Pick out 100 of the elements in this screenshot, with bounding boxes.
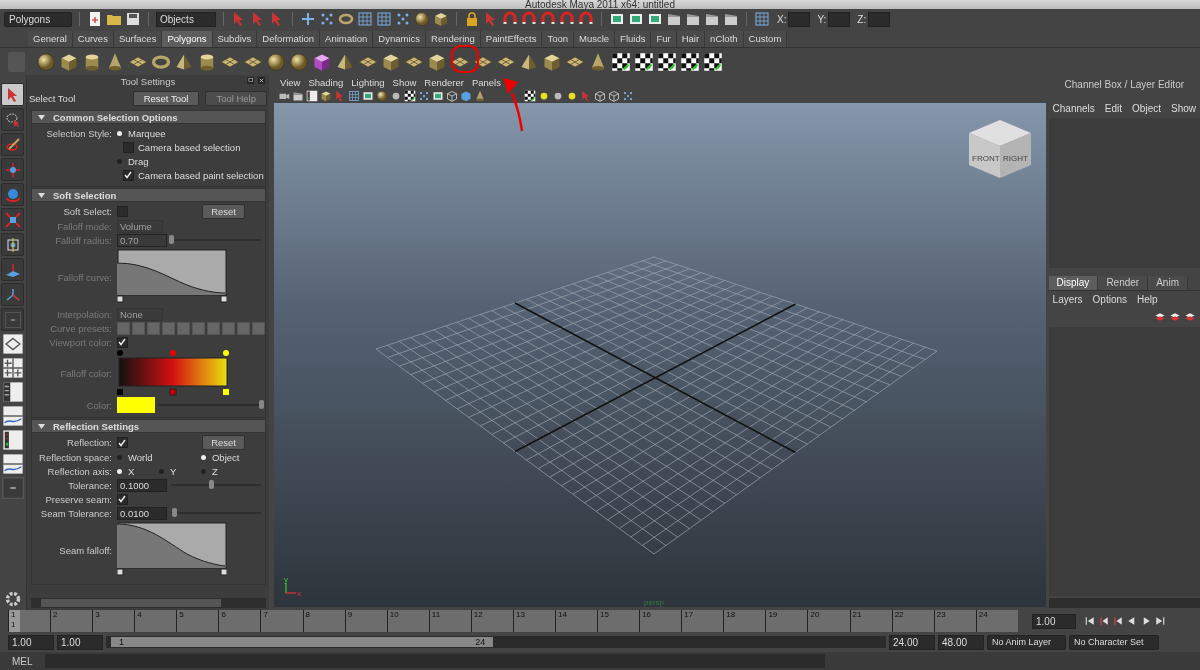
shelf-tab[interactable]: Fur <box>651 31 677 47</box>
sphere-icon[interactable] <box>36 51 56 72</box>
menu-item[interactable]: Layers <box>1052 294 1083 305</box>
slider-thumb[interactable] <box>209 480 215 489</box>
checker-icon[interactable] <box>611 51 631 72</box>
curve-pane-icon[interactable] <box>2 453 24 475</box>
coordinate-field[interactable] <box>828 11 851 27</box>
playback-end-field[interactable]: 24.00 <box>889 634 935 650</box>
menu-item[interactable]: Object <box>1132 103 1161 114</box>
sphere-icon[interactable] <box>376 90 388 102</box>
current-time-field[interactable]: 1.00 <box>1032 613 1076 629</box>
cube-icon[interactable] <box>320 90 332 102</box>
range-handle[interactable]: 1 24 <box>111 637 494 647</box>
magnet-icon[interactable] <box>559 11 575 27</box>
shelf-tab[interactable]: Curves <box>72 31 114 47</box>
layer-stack-icon[interactable] <box>1184 311 1196 323</box>
menu-item[interactable]: Channels <box>1052 103 1095 114</box>
panel-icon[interactable] <box>628 11 644 27</box>
dots-icon[interactable] <box>319 11 335 27</box>
radio-button[interactable] <box>201 454 206 460</box>
shelf-tab[interactable]: PaintEffects <box>480 31 543 47</box>
grid-icon[interactable] <box>357 11 373 27</box>
shelf-tab[interactable]: Dynamics <box>373 31 426 47</box>
close-icon[interactable] <box>257 76 266 85</box>
menu-item[interactable]: Options <box>1092 294 1128 305</box>
range-slider[interactable]: 1 24 <box>106 636 886 648</box>
checker-icon[interactable] <box>680 51 700 72</box>
falloff-curve-graph[interactable] <box>117 249 227 305</box>
slider-thumb[interactable] <box>171 508 177 517</box>
clapper-icon[interactable] <box>292 90 304 102</box>
single-pane-icon[interactable] <box>2 333 24 355</box>
section-header[interactable]: Reflection Settings <box>31 419 266 433</box>
seam-falloff-curve-graph[interactable] <box>117 522 227 578</box>
menu-item[interactable]: Renderer <box>424 76 464 88</box>
magnet-icon[interactable] <box>521 11 537 27</box>
shelf-tab[interactable]: Subdivs <box>212 31 258 47</box>
sphere-icon[interactable] <box>289 51 309 72</box>
checker-icon[interactable] <box>703 51 723 72</box>
shelf-tab[interactable]: Fluids <box>615 31 652 47</box>
start-time-field[interactable]: 1.00 <box>8 634 54 650</box>
reset-tool-button[interactable]: Reset Tool <box>132 90 200 106</box>
layer-stack-icon[interactable] <box>1169 311 1181 323</box>
previous-key-icon[interactable] <box>1098 615 1110 627</box>
clapper-icon[interactable] <box>723 11 739 27</box>
layer-tab[interactable]: Anim <box>1148 276 1188 290</box>
cone-icon[interactable] <box>474 90 486 102</box>
skip-to-start-icon[interactable] <box>1084 615 1096 627</box>
shelf-tab[interactable]: Custom <box>743 31 788 47</box>
menu-item[interactable]: Help <box>1137 294 1158 305</box>
shelf-tab[interactable]: Hair <box>676 31 706 47</box>
paintbrush-tool-button[interactable] <box>1 133 25 156</box>
shelf-tab[interactable]: Toon <box>542 31 574 47</box>
manipulator-tool-button[interactable] <box>1 233 25 256</box>
magnet-icon[interactable] <box>578 11 594 27</box>
menu-set-dropdown[interactable]: Polygons <box>4 11 72 27</box>
lasso-tool-button[interactable] <box>1 108 25 131</box>
menu-item[interactable]: Panels <box>471 76 501 88</box>
sphere-icon[interactable] <box>266 51 286 72</box>
menu-item[interactable]: Show <box>392 76 417 88</box>
menu-item[interactable]: Edit <box>1104 103 1123 114</box>
graph-pane-icon[interactable] <box>2 429 24 451</box>
panel-icon[interactable] <box>609 11 625 27</box>
checker-icon[interactable] <box>524 90 536 102</box>
shelf-tab[interactable]: Polygons <box>162 31 213 47</box>
radio-button[interactable] <box>117 454 122 460</box>
rotate-tool-button[interactable] <box>1 183 25 206</box>
panel-icon[interactable] <box>362 90 374 102</box>
reset-button[interactable]: Reset <box>202 435 245 450</box>
view-cube[interactable]: FRONT RIGHT <box>967 119 1032 179</box>
wireframe-cube-icon[interactable] <box>608 90 620 102</box>
checkbox[interactable] <box>117 437 128 448</box>
lock-icon[interactable] <box>464 11 480 27</box>
curve-pane-icon[interactable] <box>2 405 24 427</box>
coordinate-field[interactable] <box>868 11 891 27</box>
checker-icon[interactable] <box>634 51 654 72</box>
wireframe-cube-icon[interactable] <box>446 90 458 102</box>
axes-tool-button[interactable] <box>1 283 25 306</box>
coordinate-field[interactable] <box>788 11 811 27</box>
checkbox[interactable] <box>117 206 128 217</box>
skip-to-end-icon[interactable] <box>1154 615 1166 627</box>
shelf-tab[interactable]: Rendering <box>426 31 481 47</box>
menu-item[interactable]: View <box>280 76 301 88</box>
clapper-icon[interactable] <box>666 11 682 27</box>
checker-icon[interactable] <box>404 90 416 102</box>
four-pane-icon[interactable] <box>2 357 24 379</box>
dots-icon[interactable] <box>622 90 634 102</box>
ball-icon[interactable] <box>390 90 402 102</box>
grid-icon[interactable] <box>376 11 392 27</box>
dots-icon[interactable] <box>418 90 430 102</box>
section-header[interactable]: Soft Selection <box>31 188 266 202</box>
magnet-icon[interactable] <box>540 11 556 27</box>
light-icon[interactable] <box>538 90 550 102</box>
radio-button[interactable] <box>159 468 164 474</box>
clapper-icon[interactable] <box>704 11 720 27</box>
previous-key-icon[interactable] <box>1112 615 1124 627</box>
soft-modification-tool-button[interactable] <box>1 258 25 281</box>
torus-icon[interactable] <box>338 11 354 27</box>
reset-button[interactable]: Reset <box>202 204 245 219</box>
end-time-field[interactable]: 48.00 <box>938 634 984 650</box>
playback-start-field[interactable]: 1.00 <box>57 634 103 650</box>
